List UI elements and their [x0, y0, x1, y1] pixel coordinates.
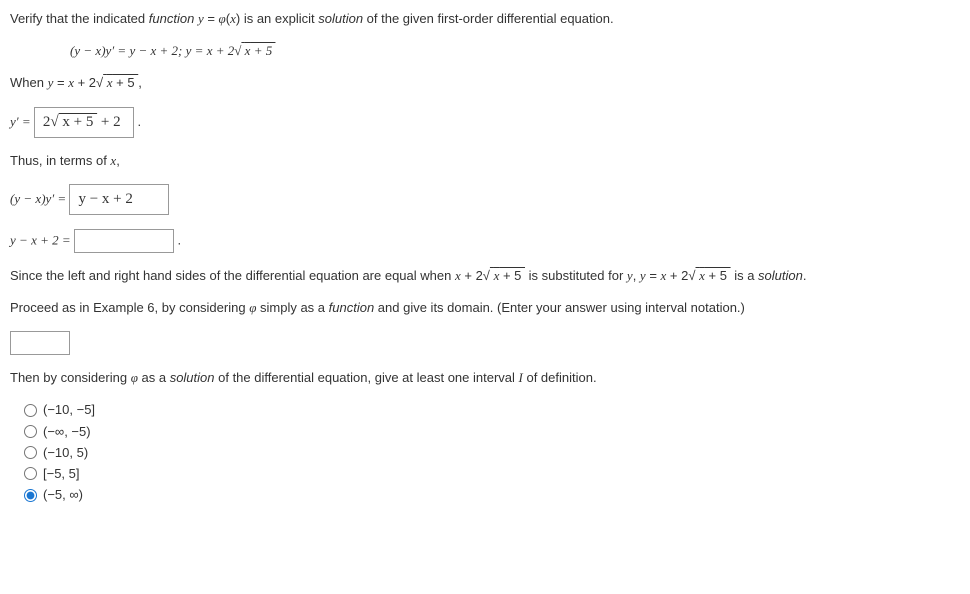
intro-text: Verify that the indicated function y = φ…	[10, 10, 960, 28]
yprime-period: .	[138, 114, 142, 129]
radio-option-5[interactable]: (−5, ∞)	[24, 486, 960, 504]
radio-input-3[interactable]	[24, 446, 37, 459]
rhs-period: .	[178, 232, 182, 247]
radio-input-2[interactable]	[24, 425, 37, 438]
radio-label-2: (−∞, −5)	[43, 423, 91, 441]
lhs-input[interactable]: y − x + 2	[69, 184, 169, 215]
radio-label-3: (−10, 5)	[43, 444, 88, 462]
yprime-label: y′ =	[10, 114, 34, 129]
rhs-input[interactable]	[74, 229, 174, 253]
conclusion-text: Since the left and right hand sides of t…	[10, 267, 960, 285]
radio-option-2[interactable]: (−∞, −5)	[24, 423, 960, 441]
domain-input[interactable]	[10, 331, 70, 355]
when-text: When y = x + 2√ x + 5 ,	[10, 74, 960, 92]
proceed-text: Proceed as in Example 6, by considering …	[10, 299, 960, 317]
radio-option-4[interactable]: [−5, 5]	[24, 465, 960, 483]
radio-label-4: [−5, 5]	[43, 465, 80, 483]
radio-option-1[interactable]: (−10, −5]	[24, 401, 960, 419]
rhs-label: y − x + 2 =	[10, 232, 74, 247]
radio-input-4[interactable]	[24, 467, 37, 480]
radio-option-3[interactable]: (−10, 5)	[24, 444, 960, 462]
radio-label-5: (−5, ∞)	[43, 486, 83, 504]
equation-display: (y − x)y′ = y − x + 2; y = x + 2√ x + 5	[70, 42, 960, 60]
interval-radio-group: (−10, −5] (−∞, −5) (−10, 5) [−5, 5] (−5,…	[10, 401, 960, 504]
yprime-input[interactable]: 2√ x + 5 + 2	[34, 107, 134, 138]
radio-input-5[interactable]	[24, 489, 37, 502]
thus-text: Thus, in terms of x,	[10, 152, 960, 170]
radio-input-1[interactable]	[24, 404, 37, 417]
then-text: Then by considering φ as a solution of t…	[10, 369, 960, 387]
lhs-label: (y − x)y′ =	[10, 191, 69, 206]
radio-label-1: (−10, −5]	[43, 401, 95, 419]
